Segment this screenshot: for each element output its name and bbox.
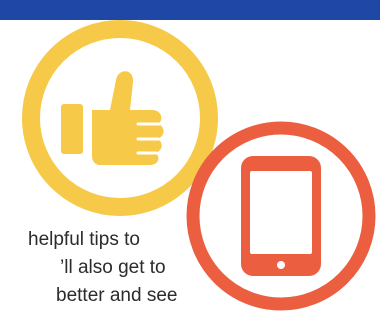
header-banner xyxy=(0,0,380,20)
body-text-line: ’ll also get to xyxy=(60,257,166,278)
body-text-line: helpful tips to xyxy=(28,229,140,250)
smartphone-glyph xyxy=(241,156,321,276)
body-paragraph: helpful tips to ’ll also get to better a… xyxy=(0,226,240,317)
body-text-line: better and see xyxy=(56,285,178,306)
